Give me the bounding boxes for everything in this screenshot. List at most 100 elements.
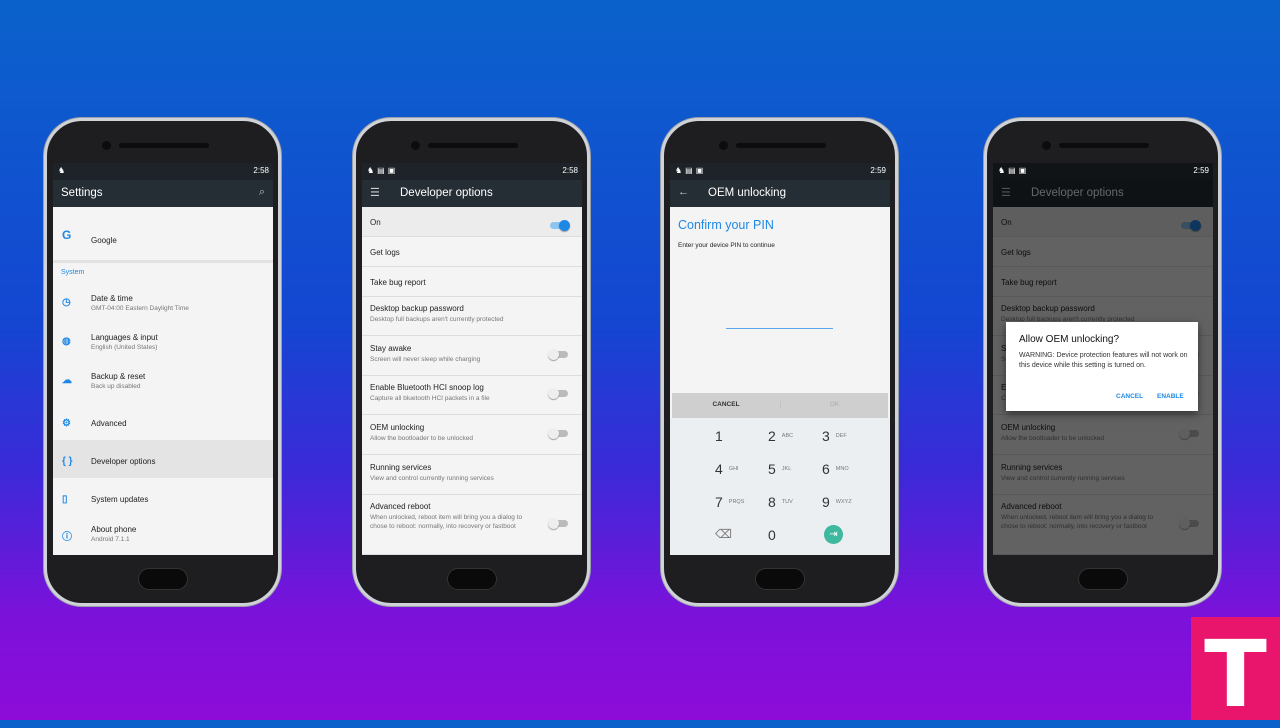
sidebar-item-backup-reset[interactable]: ☁ Backup & reset Back up disabled bbox=[53, 362, 273, 398]
speaker bbox=[428, 143, 518, 148]
item-title: Advanced bbox=[91, 419, 127, 428]
list-item-advanced-reboot[interactable]: Advanced reboot When unlocked, reboot ite… bbox=[362, 494, 582, 555]
phone-settings: ♞ 2:58 Settings ⌕ G Google System ◷ Date & t… bbox=[44, 118, 281, 606]
list-item-enable-bluetooth-hci-snoop-log[interactable]: Enable Bluetooth HCI snoop log Capture al… bbox=[362, 375, 582, 415]
key-9[interactable]: 9 WXYZ bbox=[822, 494, 852, 510]
item-title: Backup & reset bbox=[91, 372, 146, 381]
sidebar-item-date-time[interactable]: ◷ Date & time GMT-04:00 Eastern Daylight T… bbox=[53, 284, 273, 320]
app-bar: Settings ⌕ bbox=[53, 180, 273, 207]
key-3[interactable]: 3 DEF bbox=[822, 428, 847, 444]
pin-input[interactable] bbox=[726, 313, 833, 329]
list-item-stay-awake[interactable]: Stay awake Screen will never sleep while … bbox=[362, 336, 582, 376]
confirm-pin-subtitle: Enter your device PIN to continue bbox=[678, 242, 775, 249]
notification-icons: ♞ bbox=[58, 166, 69, 175]
dialog-enable-button[interactable]: ENABLE bbox=[1157, 393, 1184, 400]
list-item-on[interactable]: On bbox=[362, 207, 582, 237]
sidebar-item-advanced[interactable]: ⚙ Advanced bbox=[53, 405, 273, 441]
key-letters: GHI bbox=[728, 466, 739, 472]
key-7[interactable]: 7 PRQS bbox=[715, 494, 744, 510]
item-title: Enable Bluetooth HCI snoop log bbox=[370, 383, 484, 392]
list-item-get-logs[interactable]: Get logs bbox=[362, 237, 582, 267]
key-digit: 5 bbox=[768, 461, 776, 477]
key-6[interactable]: 6 MNO bbox=[822, 461, 849, 477]
key-1[interactable]: 1 bbox=[715, 428, 723, 444]
sidebar-item-languages-input[interactable]: ◍ Languages & input English (United States… bbox=[53, 323, 273, 359]
ok-button[interactable]: OK bbox=[780, 401, 888, 408]
google-icon: G bbox=[62, 228, 72, 242]
phone-oem-unlocking: ♞▤▣ 2:59 ← OEM unlocking Confirm your PIN … bbox=[661, 118, 898, 606]
home-button[interactable] bbox=[1078, 568, 1128, 590]
key-2[interactable]: 2 ABC bbox=[768, 428, 793, 444]
home-button[interactable] bbox=[447, 568, 497, 590]
toggle-switch[interactable] bbox=[548, 349, 568, 360]
sidebar-item-about-phone[interactable]: ⓘ About phone Android 7.1.1 bbox=[53, 515, 273, 551]
allow-oem-unlocking-dialog: Allow OEM unlocking? WARNING: Device prot… bbox=[1006, 322, 1198, 411]
list-item-desktop-backup-password[interactable]: Desktop backup password Desktop full back… bbox=[362, 296, 582, 336]
brand-logo: T bbox=[1191, 617, 1280, 728]
list-item-running-services[interactable]: Running services View and control current… bbox=[362, 455, 582, 495]
info-icon: ⓘ bbox=[62, 532, 72, 543]
app-bar: ← OEM unlocking bbox=[670, 180, 890, 207]
toggle-switch[interactable] bbox=[548, 518, 568, 529]
key-digit: 6 bbox=[822, 461, 830, 477]
camera bbox=[102, 141, 111, 150]
key-letters: TUV bbox=[781, 499, 793, 505]
status-bar: ♞▤▣ 2:59 bbox=[670, 163, 890, 180]
menu-icon[interactable]: ☰ bbox=[370, 186, 380, 199]
status-time: 2:59 bbox=[870, 166, 886, 175]
key-0[interactable]: 0 bbox=[768, 527, 776, 543]
backspace-key[interactable]: ⌫ bbox=[715, 527, 732, 541]
item-title: Stay awake bbox=[370, 344, 412, 353]
camera bbox=[411, 141, 420, 150]
key-8[interactable]: 8 TUV bbox=[768, 494, 793, 510]
item-subtitle: When unlocked, reboot item will bring yo… bbox=[370, 514, 523, 530]
home-button[interactable] bbox=[755, 568, 805, 590]
key-letters: ABC bbox=[781, 433, 794, 439]
key-digit: 7 bbox=[715, 494, 723, 510]
pin-keypad: 1 2 ABC 3 DEF 4 GHI 5 JKL 6 MNO 7 PRQS 8 TUV 9 WXYZ ⌫ 0 ⇥ bbox=[670, 418, 890, 555]
status-bar: ♞▤▣ 2:58 bbox=[362, 163, 582, 180]
home-button[interactable] bbox=[138, 568, 188, 590]
item-subtitle: View and control currently running servi… bbox=[370, 475, 494, 482]
pin-button-bar: CANCEL OK bbox=[672, 393, 888, 418]
enter-key[interactable]: ⇥ bbox=[824, 525, 843, 544]
sidebar-item-developer-options[interactable]: { } Developer options bbox=[53, 443, 273, 479]
key-digit: 8 bbox=[768, 494, 776, 510]
item-title: OEM unlocking bbox=[370, 423, 425, 432]
camera bbox=[1042, 141, 1051, 150]
toggle-switch[interactable] bbox=[550, 220, 570, 231]
divider bbox=[362, 554, 582, 555]
back-arrow-icon[interactable]: ← bbox=[678, 186, 689, 198]
divider bbox=[53, 260, 273, 263]
cancel-button[interactable]: CANCEL bbox=[672, 401, 780, 408]
item-subtitle: Android 7.1.1 bbox=[91, 536, 130, 543]
dialog-cancel-button[interactable]: CANCEL bbox=[1116, 393, 1143, 400]
sidebar-item-system-updates[interactable]: ▯ System updates bbox=[53, 481, 273, 517]
status-time: 2:58 bbox=[562, 166, 578, 175]
item-title: Developer options bbox=[91, 457, 156, 466]
key-digit: 9 bbox=[822, 494, 830, 510]
key-letters: MNO bbox=[835, 466, 849, 472]
list-item-oem-unlocking[interactable]: OEM unlocking Allow the bootloader to be … bbox=[362, 415, 582, 455]
item-subtitle: English (United States) bbox=[91, 344, 158, 351]
developer-options-dialog-screen: ♞▤▣2:59 ☰Developer options OnGet logsTak… bbox=[993, 163, 1213, 555]
list-item-take-bug-report[interactable]: Take bug report bbox=[362, 267, 582, 297]
braces-icon: { } bbox=[62, 456, 73, 467]
status-bar: ♞▤▣ 2:59 bbox=[993, 163, 1213, 180]
camera bbox=[719, 141, 728, 150]
item-subtitle: Screen will never sleep while charging bbox=[370, 356, 481, 363]
item-title: Take bug report bbox=[370, 278, 426, 287]
key-5[interactable]: 5 JKL bbox=[768, 461, 791, 477]
key-digit: ⌫ bbox=[715, 527, 732, 541]
list-item-google[interactable]: G Google bbox=[53, 207, 273, 261]
search-icon[interactable]: ⌕ bbox=[259, 186, 265, 199]
toggle-switch[interactable] bbox=[548, 388, 568, 399]
key-digit: 4 bbox=[715, 461, 723, 477]
notification-icons: ♞▤▣ bbox=[675, 166, 707, 175]
key-4[interactable]: 4 GHI bbox=[715, 461, 739, 477]
toggle-switch[interactable] bbox=[548, 428, 568, 439]
speaker bbox=[119, 143, 209, 148]
item-title: Desktop backup password bbox=[370, 304, 464, 313]
item-title: Date & time bbox=[91, 294, 133, 303]
key-digit: ⇥ bbox=[829, 529, 838, 540]
